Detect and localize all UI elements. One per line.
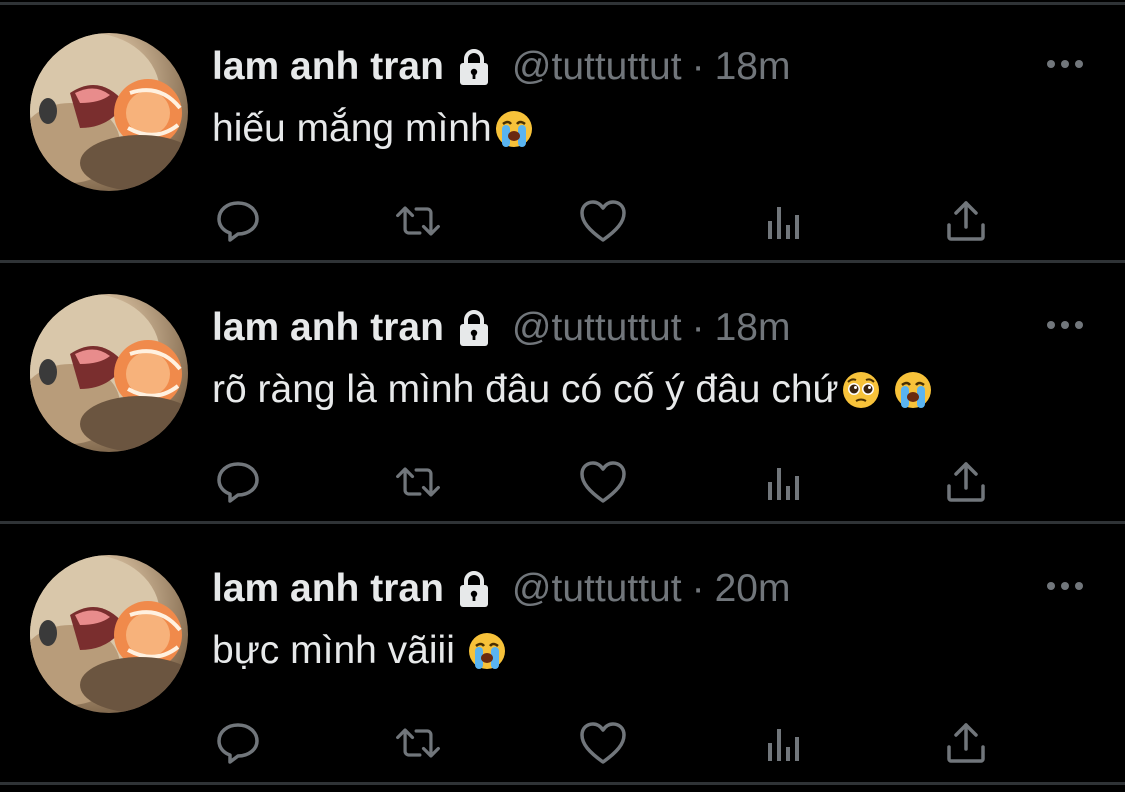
- tweet-body: hiếu mắng mình: [212, 107, 492, 150]
- avatar[interactable]: [30, 555, 188, 713]
- retweet-icon: [396, 206, 440, 236]
- tweet-header: lam anh tran @tuttuttut · 20m: [212, 567, 790, 611]
- share-button[interactable]: [942, 719, 990, 767]
- separator-dot: ·: [691, 45, 705, 88]
- timestamp[interactable]: 20m: [715, 567, 791, 611]
- pleading-face-emoji: [842, 372, 879, 408]
- share-button[interactable]: [942, 197, 990, 245]
- handle[interactable]: @tuttuttut: [512, 567, 682, 611]
- analytics-icon: [768, 207, 799, 239]
- lock-icon: [459, 310, 488, 346]
- reply-icon: [217, 723, 259, 764]
- avatar[interactable]: [30, 33, 188, 191]
- like-icon: [580, 461, 626, 503]
- avatar-image: [30, 33, 188, 191]
- like-button[interactable]: [579, 458, 627, 506]
- analytics-button[interactable]: [762, 197, 810, 245]
- retweet-icon: [396, 728, 440, 758]
- display-name[interactable]: lam anh tran: [212, 306, 444, 350]
- tweet-header: lam anh tran @tuttuttut · 18m: [212, 45, 790, 89]
- reply-button[interactable]: [214, 719, 262, 767]
- loudly-crying-face-emoji: [495, 111, 532, 147]
- avatar-image: [30, 555, 188, 713]
- share-button[interactable]: [942, 458, 990, 506]
- tweet-text: rõ ràng là mình đâu có cố ý đâu chứ: [212, 366, 933, 414]
- timeline: lam anh tran @tuttuttut · 18m hiếu mắng …: [0, 0, 1125, 792]
- tweet-text: bực mình vãiii: [212, 627, 507, 675]
- separator-dot: ·: [691, 306, 705, 349]
- more-options-icon[interactable]: [1045, 316, 1085, 334]
- like-icon: [580, 200, 626, 242]
- retweet-button[interactable]: [394, 197, 442, 245]
- divider: [0, 260, 1125, 263]
- retweet-icon: [396, 467, 440, 497]
- tweet-body: bực mình vãiii: [212, 629, 455, 672]
- share-icon: [947, 723, 985, 763]
- retweet-button[interactable]: [394, 719, 442, 767]
- action-bar: [212, 197, 1002, 245]
- more-options-icon[interactable]: [1045, 55, 1085, 73]
- share-icon: [947, 462, 985, 502]
- action-bar: [212, 458, 1002, 506]
- reply-icon: [217, 462, 259, 503]
- like-icon: [580, 722, 626, 764]
- timestamp[interactable]: 18m: [715, 45, 791, 89]
- display-name[interactable]: lam anh tran: [212, 45, 444, 89]
- lock-icon: [459, 571, 488, 607]
- analytics-icon: [768, 468, 799, 500]
- reply-icon: [217, 201, 259, 242]
- analytics-icon: [768, 729, 799, 761]
- analytics-button[interactable]: [762, 719, 810, 767]
- action-bar: [212, 719, 1002, 767]
- like-button[interactable]: [579, 197, 627, 245]
- tweet[interactable]: lam anh tran @tuttuttut · 18m rõ ràng là…: [0, 266, 1125, 524]
- retweet-button[interactable]: [394, 458, 442, 506]
- like-button[interactable]: [579, 719, 627, 767]
- reply-button[interactable]: [214, 197, 262, 245]
- display-name[interactable]: lam anh tran: [212, 567, 444, 611]
- analytics-button[interactable]: [762, 458, 810, 506]
- tweet-body: rõ ràng là mình đâu có cố ý đâu chứ: [212, 368, 839, 411]
- more-options-icon[interactable]: [1045, 577, 1085, 595]
- loudly-crying-face-emoji: [468, 633, 505, 669]
- timestamp[interactable]: 18m: [715, 306, 791, 350]
- avatar-image: [30, 294, 188, 452]
- divider: [0, 521, 1125, 524]
- loudly-crying-face-emoji: [894, 372, 931, 408]
- lock-icon: [459, 49, 488, 85]
- avatar[interactable]: [30, 294, 188, 452]
- share-icon: [947, 201, 985, 241]
- reply-button[interactable]: [214, 458, 262, 506]
- tweet[interactable]: lam anh tran @tuttuttut · 18m hiếu mắng …: [0, 5, 1125, 263]
- divider: [0, 782, 1125, 785]
- handle[interactable]: @tuttuttut: [512, 306, 682, 350]
- tweet-header: lam anh tran @tuttuttut · 18m: [212, 306, 790, 350]
- tweet-text: hiếu mắng mình: [212, 105, 534, 153]
- tweet[interactable]: lam anh tran @tuttuttut · 20m bực mình v…: [0, 527, 1125, 785]
- handle[interactable]: @tuttuttut: [512, 45, 682, 89]
- separator-dot: ·: [691, 567, 705, 610]
